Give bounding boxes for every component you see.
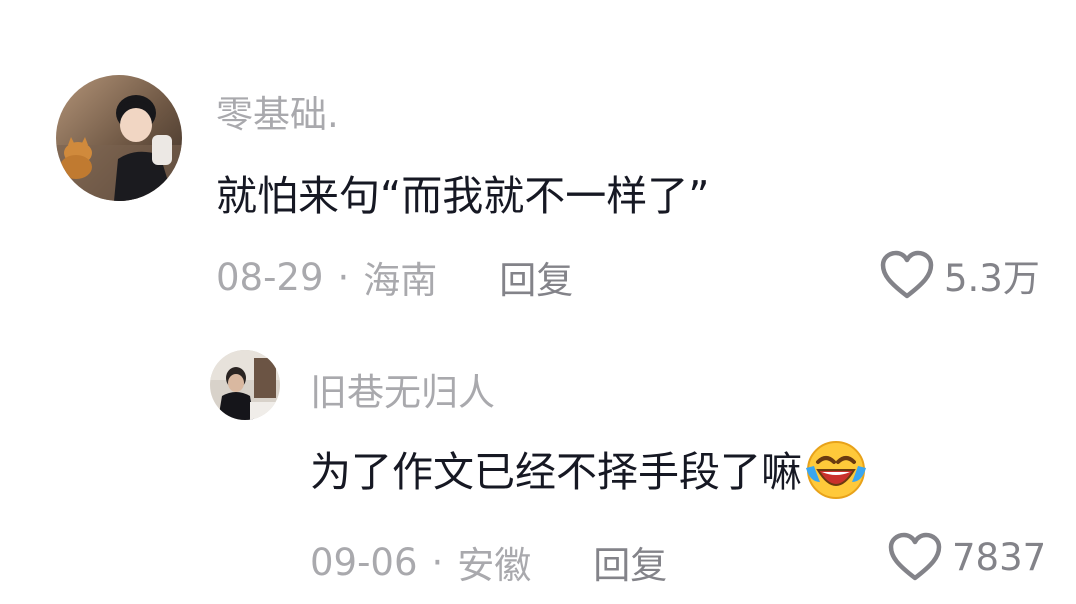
comment-date: 09-06 bbox=[310, 540, 418, 584]
avatar-image bbox=[56, 75, 182, 201]
comment-meta: 08-29 · 海南 回复 bbox=[216, 250, 573, 304]
comment-text: 就怕来句“而我就不一样了” bbox=[216, 172, 710, 220]
reply-button[interactable]: 回复 bbox=[593, 535, 667, 589]
comment-text: 为了作文已经不择手段了嘛 bbox=[310, 448, 802, 496]
heart-outline-icon bbox=[888, 532, 942, 582]
meta-separator: · bbox=[337, 255, 350, 299]
laughing-crying-emoji-icon bbox=[804, 438, 868, 512]
comment-date: 08-29 bbox=[216, 255, 324, 299]
like-button[interactable]: 7837 bbox=[888, 532, 1046, 582]
avatar[interactable] bbox=[56, 75, 182, 201]
like-count: 7837 bbox=[952, 535, 1047, 579]
heart-outline-icon bbox=[880, 250, 934, 300]
avatar-image bbox=[210, 350, 280, 420]
avatar[interactable] bbox=[210, 350, 280, 420]
comment-text-row: 为了作文已经不择手段了嘛 bbox=[310, 438, 868, 512]
comment-location: 安徽 bbox=[457, 544, 532, 587]
like-button[interactable]: 5.3万 bbox=[880, 248, 1040, 302]
reply-button[interactable]: 回复 bbox=[499, 250, 573, 304]
comment-username[interactable]: 旧巷无归人 bbox=[310, 362, 495, 416]
comment-meta: 09-06 · 安徽 回复 bbox=[310, 535, 667, 589]
like-count: 5.3万 bbox=[944, 257, 1040, 300]
comment-location: 海南 bbox=[363, 259, 438, 302]
comment-username[interactable]: 零基础. bbox=[216, 84, 339, 138]
meta-separator: · bbox=[431, 540, 444, 584]
